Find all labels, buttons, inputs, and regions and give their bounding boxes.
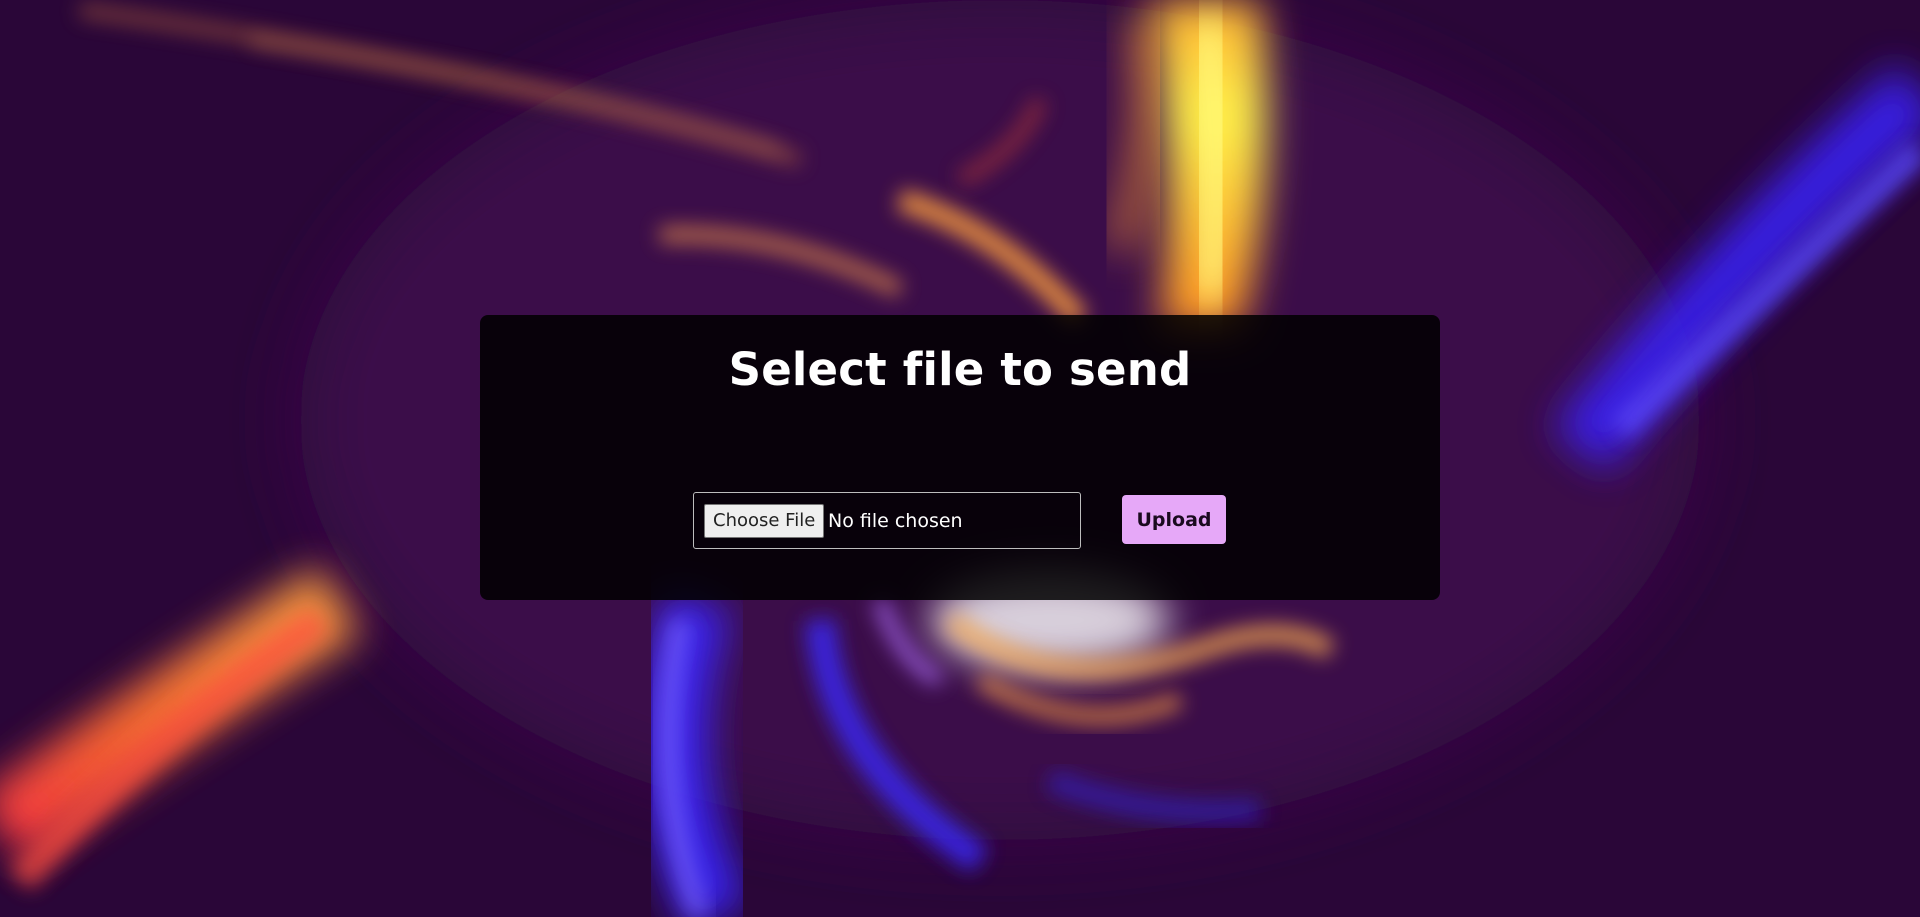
choose-file-button[interactable]: Choose File	[704, 504, 825, 538]
page-background: Select file to send Choose File No file …	[0, 0, 1920, 917]
upload-button[interactable]: Upload	[1122, 495, 1226, 544]
upload-panel: Select file to send Choose File No file …	[480, 315, 1440, 600]
file-status-text: No file chosen	[828, 510, 963, 532]
page-title: Select file to send	[728, 343, 1192, 396]
file-input[interactable]: Choose File No file chosen	[693, 492, 1081, 549]
